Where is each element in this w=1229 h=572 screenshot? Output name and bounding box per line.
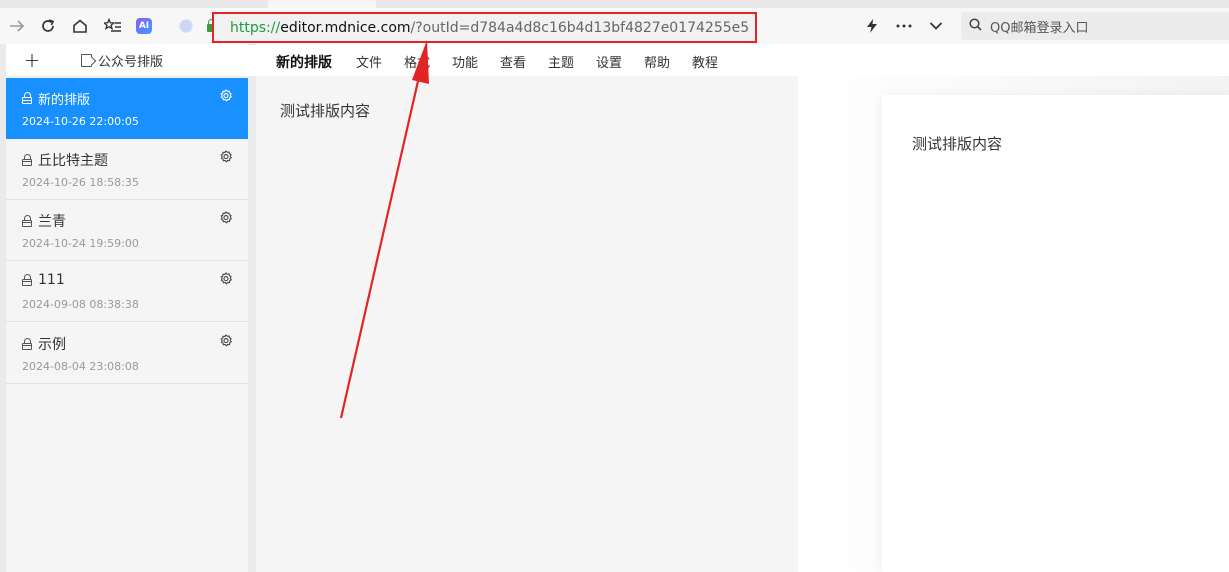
forward-icon[interactable] (7, 16, 27, 36)
add-document-button[interactable]: + (22, 48, 42, 72)
reload-icon[interactable] (38, 16, 58, 36)
document-date: 2024-09-08 08:38:38 (22, 298, 139, 311)
preview-page: 测试排版内容 (882, 95, 1229, 572)
menu-settings[interactable]: 设置 (596, 52, 622, 71)
document-item[interactable]: 111 2024-09-08 08:38:38 (6, 261, 248, 322)
document-item[interactable]: 丘比特主题 2024-10-26 18:58:35 (6, 139, 248, 200)
lock-icon (22, 337, 32, 350)
document-date: 2024-10-26 18:58:35 (22, 176, 139, 189)
document-title: 111 (38, 272, 65, 288)
document-title-wrap: 新的排版 (22, 89, 90, 108)
pane-divider[interactable] (248, 76, 256, 572)
search-placeholder: QQ邮箱登录入口 (990, 20, 1089, 36)
browser-tab-active[interactable] (268, 0, 376, 8)
gear-icon[interactable] (218, 88, 234, 104)
menu-view[interactable]: 查看 (500, 52, 526, 71)
favorites-icon[interactable] (103, 16, 123, 36)
ai-icon[interactable]: AI (134, 16, 154, 36)
publish-label: 公众号排版 (98, 54, 164, 70)
document-sidebar: + 公众号排版 新的排版 2024-10-26 22:00:05 丘比特主题 2… (0, 44, 248, 572)
document-title: 丘比特主题 (38, 153, 108, 169)
tab-strip (0, 0, 1229, 8)
document-title-wrap: 111 (22, 272, 65, 288)
menu-tutorial[interactable]: 教程 (692, 52, 718, 71)
document-title: 新的排版 (38, 93, 91, 108)
sidebar-header: + 公众号排版 (6, 44, 248, 77)
lightning-icon[interactable] (862, 16, 882, 36)
document-item-active[interactable]: 新的排版 2024-10-26 22:00:05 (6, 78, 248, 139)
document-name-label[interactable]: 新的排版 (276, 52, 332, 72)
url-host: editor.mdnice.com (280, 19, 411, 36)
lock-icon (22, 214, 32, 227)
gear-icon[interactable] (218, 333, 234, 349)
document-date: 2024-10-24 19:59:00 (22, 237, 139, 250)
lock-icon (22, 153, 32, 166)
gear-icon[interactable] (218, 149, 234, 165)
menu-features[interactable]: 功能 (452, 52, 478, 71)
more-icon[interactable] (894, 16, 914, 36)
url-separator: :// (266, 19, 281, 36)
url-scheme: https (230, 19, 267, 36)
document-title-wrap: 示例 (22, 334, 66, 354)
browser-search-box[interactable]: QQ邮箱登录入口 (961, 12, 1229, 40)
menu-help[interactable]: 帮助 (644, 52, 670, 71)
document-title-wrap: 丘比特主题 (22, 150, 108, 170)
document-item[interactable]: 兰青 2024-10-24 19:59:00 (6, 200, 248, 261)
preview-content: 测试排版内容 (912, 135, 1003, 153)
document-title: 示例 (38, 337, 66, 353)
publish-button[interactable]: 公众号排版 (81, 50, 163, 70)
search-icon (969, 17, 982, 35)
lock-icon (22, 273, 32, 286)
gear-icon[interactable] (218, 271, 234, 287)
chevron-down-icon[interactable] (926, 16, 946, 36)
url-path: /?outId=d784a4d8c16b4d13bf4827e0174255e5 (410, 19, 750, 36)
export-icon (81, 53, 92, 67)
markdown-editor[interactable]: 测试排版内容 (256, 76, 798, 572)
editor-content[interactable]: 测试排版内容 (280, 100, 370, 121)
document-title-wrap: 兰青 (22, 211, 66, 231)
document-item[interactable]: 示例 2024-08-04 23:08:08 (6, 323, 248, 384)
document-title: 兰青 (38, 214, 66, 230)
lock-icon (22, 92, 32, 104)
editor-menubar: 新的排版 文件 格式 功能 查看 主题 设置 帮助 教程 (256, 44, 1229, 76)
extension-icon[interactable] (176, 16, 196, 36)
menu-theme[interactable]: 主题 (548, 52, 574, 71)
gear-icon[interactable] (218, 210, 234, 226)
menu-format[interactable]: 格式 (404, 52, 430, 71)
menu-file[interactable]: 文件 (356, 52, 382, 71)
document-date: 2024-08-04 23:08:08 (22, 360, 139, 373)
home-icon[interactable] (70, 16, 90, 36)
address-bar[interactable]: https://editor.mdnice.com/?outId=d784a4d… (212, 12, 757, 43)
document-date: 2024-10-26 22:00:05 (22, 115, 139, 128)
